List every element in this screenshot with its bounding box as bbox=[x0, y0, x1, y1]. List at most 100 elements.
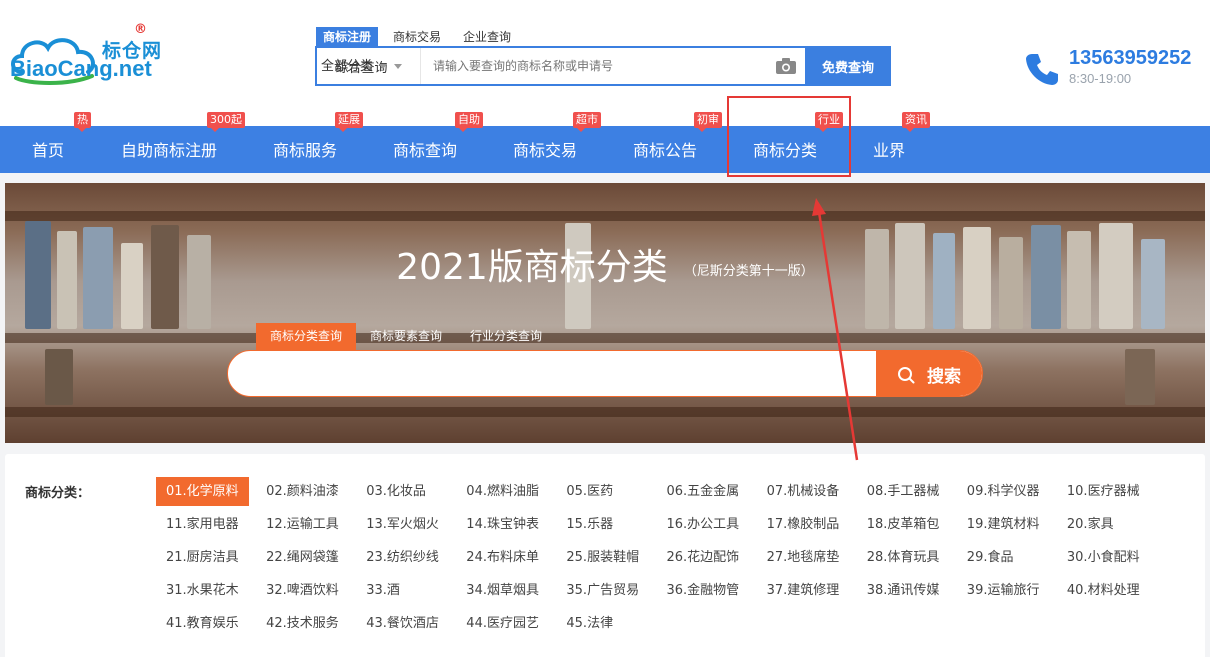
category-item[interactable]: 21.厨房洁具 bbox=[156, 543, 249, 572]
nav-label: 自助商标注册 bbox=[121, 141, 218, 160]
category-item[interactable]: 03.化妆品 bbox=[356, 477, 436, 506]
tab-industry-query[interactable]: 行业分类查询 bbox=[456, 323, 556, 350]
category-item[interactable]: 01.化学原料 bbox=[156, 477, 249, 506]
nav-badge: 超市 bbox=[573, 112, 601, 132]
search-tab-trademark-trade[interactable]: 商标交易 bbox=[386, 27, 448, 47]
nav-label: 商标服务 bbox=[273, 141, 338, 160]
free-search-button[interactable]: 免费查询 bbox=[805, 46, 891, 86]
category-item[interactable]: 24.布料床单 bbox=[456, 543, 549, 572]
nav-badge: 自助 bbox=[455, 112, 483, 132]
category-item[interactable]: 42.技术服务 bbox=[256, 609, 349, 638]
search-icon bbox=[898, 366, 915, 383]
nav-item-industry[interactable]: 业界 资讯 bbox=[873, 112, 930, 173]
category-item[interactable]: 26.花边配饰 bbox=[657, 543, 750, 572]
category-item[interactable]: 25.服装鞋帽 bbox=[556, 543, 649, 572]
phone-number: 13563959252 bbox=[1069, 47, 1192, 69]
header-search-bar: 综合查询 全部分类 免费查询 bbox=[315, 46, 891, 86]
nav-badge: 延展 bbox=[335, 112, 363, 132]
category-item[interactable]: 09.科学仪器 bbox=[957, 477, 1050, 506]
category-item[interactable]: 31.水果花木 bbox=[156, 576, 249, 605]
category-item[interactable]: 16.办公工具 bbox=[657, 510, 750, 539]
category-item[interactable]: 10.医疗器械 bbox=[1057, 477, 1150, 506]
category-item[interactable]: 07.机械设备 bbox=[757, 477, 850, 506]
category-item[interactable]: 45.法律 bbox=[556, 609, 623, 638]
category-item[interactable]: 44.医疗园艺 bbox=[456, 609, 549, 638]
category-panel-label: 商标分类： bbox=[25, 486, 91, 501]
nav-label: 商标公告 bbox=[633, 141, 698, 160]
nav-label: 商标交易 bbox=[513, 141, 578, 160]
category-item[interactable]: 43.餐饮酒店 bbox=[356, 609, 449, 638]
nav-item-trademark-trade[interactable]: 商标交易 超市 bbox=[513, 112, 601, 173]
search-button-label: 搜索 bbox=[927, 367, 961, 387]
category-panel: 商标分类： 01.化学原料 02.颜料油漆 03.化妆品 04.燃料油脂 05.医药 06… bbox=[5, 454, 1205, 657]
category-item[interactable]: 35.广告贸易 bbox=[556, 576, 649, 605]
category-item[interactable]: 17.橡胶制品 bbox=[757, 510, 850, 539]
camera-icon[interactable] bbox=[767, 57, 805, 75]
tab-element-query[interactable]: 商标要素查询 bbox=[356, 323, 456, 350]
category-dropdown-label: 全部分类 bbox=[321, 58, 374, 74]
banner-search-bar: 搜索 bbox=[227, 350, 983, 397]
page: 标仓网 ® BiaoCang.net 商标注册 商标交易 企业查询 综合查询 全… bbox=[0, 0, 1210, 657]
banner-title-text: 2021版商标分类 bbox=[396, 247, 668, 288]
header-search-input[interactable] bbox=[421, 48, 767, 84]
category-item[interactable]: 27.地毯席垫 bbox=[757, 543, 850, 572]
search-tab-trademark-registration[interactable]: 商标注册 bbox=[316, 27, 379, 47]
category-item[interactable]: 05.医药 bbox=[556, 477, 623, 506]
nav-badge: 300起 bbox=[207, 112, 245, 132]
search-tab-company-query[interactable]: 企业查询 bbox=[456, 27, 518, 47]
category-item[interactable]: 38.通讯传媒 bbox=[857, 576, 950, 605]
category-item[interactable]: 36.金融物管 bbox=[657, 576, 750, 605]
category-item[interactable]: 22.绳网袋篷 bbox=[256, 543, 349, 572]
banner-title: 2021版商标分类 （尼斯分类第十一版） bbox=[5, 238, 1205, 290]
annotation-highlight-box bbox=[727, 96, 851, 177]
nav-label: 首页 bbox=[32, 141, 65, 160]
category-item[interactable]: 32.啤酒饮料 bbox=[256, 576, 349, 605]
nav-item-trademark-query[interactable]: 商标查询 自助 bbox=[393, 112, 483, 173]
nav-badge: 热 bbox=[74, 112, 91, 132]
category-item[interactable]: 15.乐器 bbox=[556, 510, 623, 539]
category-item[interactable]: 08.手工器械 bbox=[857, 477, 950, 506]
category-item[interactable]: 19.建筑材料 bbox=[957, 510, 1050, 539]
category-dropdown[interactable]: 全部分类 bbox=[317, 48, 405, 84]
logo-english-text: BiaoCang.net bbox=[10, 56, 152, 81]
classification-search-input[interactable] bbox=[248, 351, 868, 396]
category-item[interactable]: 12.运输工具 bbox=[256, 510, 349, 539]
category-item[interactable]: 02.颜料油漆 bbox=[256, 477, 349, 506]
banner-shelf bbox=[5, 333, 1205, 343]
phone-icon bbox=[1026, 54, 1058, 85]
category-item[interactable]: 20.家具 bbox=[1057, 510, 1124, 539]
category-item[interactable]: 30.小食配料 bbox=[1057, 543, 1150, 572]
service-hours: 8:30-19:00 bbox=[1069, 71, 1132, 86]
category-item[interactable]: 11.家用电器 bbox=[156, 510, 249, 539]
category-item[interactable]: 06.五金金属 bbox=[657, 477, 750, 506]
category-item[interactable]: 39.运输旅行 bbox=[957, 576, 1050, 605]
banner-book bbox=[1125, 349, 1155, 405]
category-item[interactable]: 04.燃料油脂 bbox=[456, 477, 549, 506]
category-item[interactable]: 23.纺织纱线 bbox=[356, 543, 449, 572]
category-item[interactable]: 40.材料处理 bbox=[1057, 576, 1150, 605]
category-item[interactable]: 29.食品 bbox=[957, 543, 1024, 572]
banner-book bbox=[45, 349, 73, 405]
nav-item-home[interactable]: 首页 热 bbox=[32, 112, 91, 173]
category-item[interactable]: 14.珠宝钟表 bbox=[456, 510, 549, 539]
category-item[interactable]: 41.教育娱乐 bbox=[156, 609, 249, 638]
nav-item-trademark-services[interactable]: 商标服务 延展 bbox=[273, 112, 363, 173]
hero-banner: 2021版商标分类 （尼斯分类第十一版） 商标分类查询 商标要素查询 行业分类查询… bbox=[5, 183, 1205, 443]
site-logo[interactable]: 标仓网 ® BiaoCang.net bbox=[8, 22, 168, 92]
category-item[interactable]: 18.皮革箱包 bbox=[857, 510, 950, 539]
category-item[interactable]: 28.体育玩具 bbox=[857, 543, 950, 572]
main-nav: 首页 热 自助商标注册 300起 商标服务 延展 商标查询 自助 商标交易 超市… bbox=[0, 112, 1210, 173]
category-item[interactable]: 37.建筑修理 bbox=[757, 576, 850, 605]
search-button[interactable]: 搜索 bbox=[876, 351, 982, 396]
nav-badge: 资讯 bbox=[902, 112, 930, 132]
registered-mark: ® bbox=[134, 22, 147, 37]
tab-classification-query[interactable]: 商标分类查询 bbox=[256, 323, 357, 350]
header: 标仓网 ® BiaoCang.net 商标注册 商标交易 企业查询 综合查询 全… bbox=[0, 0, 1210, 126]
chevron-down-icon bbox=[379, 63, 388, 69]
nav-item-self-registration[interactable]: 自助商标注册 300起 bbox=[121, 112, 245, 173]
category-item[interactable]: 34.烟草烟具 bbox=[456, 576, 549, 605]
category-item[interactable]: 33.酒 bbox=[356, 576, 410, 605]
banner-search-tabs: 商标分类查询 商标要素查询 行业分类查询 bbox=[256, 323, 556, 350]
category-item[interactable]: 13.军火烟火 bbox=[356, 510, 449, 539]
nav-item-trademark-announcement[interactable]: 商标公告 初审 bbox=[633, 112, 722, 173]
